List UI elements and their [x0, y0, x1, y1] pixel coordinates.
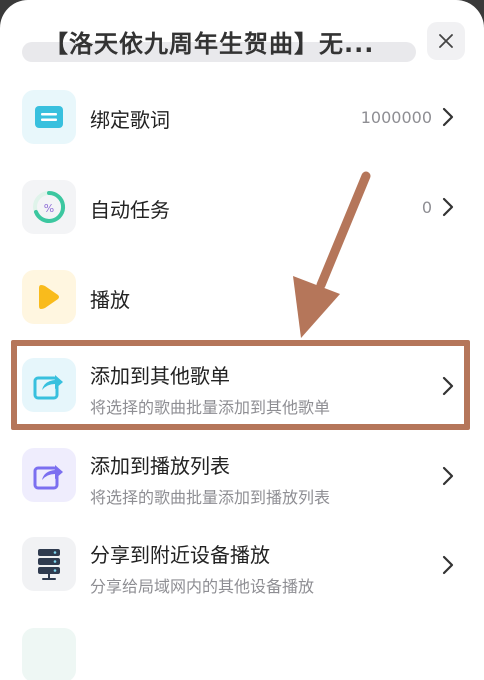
task-count: 0	[421, 198, 432, 217]
lyrics-icon	[22, 90, 76, 144]
chevron-right-icon	[442, 107, 454, 127]
play-icon	[22, 270, 76, 324]
chevron-right-icon	[442, 466, 454, 486]
menu-item-auto-task[interactable]: % 自动任务 0	[0, 180, 484, 234]
svg-text:%: %	[44, 202, 54, 215]
menu-item-share-nearby[interactable]: 分享到附近设备播放 分享给局域网内的其他设备播放	[0, 537, 484, 596]
share-to-queue-icon	[22, 448, 76, 502]
chevron-right-icon	[442, 197, 454, 217]
menu-item-play[interactable]: 播放	[0, 270, 484, 324]
server-icon	[22, 537, 76, 591]
partial-icon	[22, 628, 76, 680]
chevron-right-icon	[442, 555, 454, 575]
timer-icon: %	[22, 180, 76, 234]
menu-item-bind-lyrics[interactable]: 绑定歌词 1000000	[0, 90, 484, 144]
menu-label: 播放	[90, 288, 130, 312]
menu-label: 分享到附近设备播放	[90, 543, 270, 567]
menu-label: 添加到播放列表	[90, 454, 230, 478]
close-button[interactable]	[427, 22, 465, 60]
highlight-box	[11, 340, 470, 430]
menu-sublabel: 将选择的歌曲批量添加到播放列表	[90, 488, 331, 507]
menu-item-add-to-queue[interactable]: 添加到播放列表 将选择的歌曲批量添加到播放列表	[0, 448, 484, 507]
action-sheet: 【洛天依九周年生贺曲】无... 绑定歌词 1000000 % 自动任务 0 播放…	[0, 0, 484, 680]
menu-sublabel: 分享给局域网内的其他设备播放	[90, 577, 315, 596]
close-icon	[439, 34, 453, 48]
song-title: 【洛天依九周年生贺曲】无...	[44, 30, 375, 58]
menu-label: 自动任务	[90, 198, 170, 222]
menu-label: 绑定歌词	[90, 108, 170, 132]
lyrics-count: 1000000	[360, 108, 432, 127]
